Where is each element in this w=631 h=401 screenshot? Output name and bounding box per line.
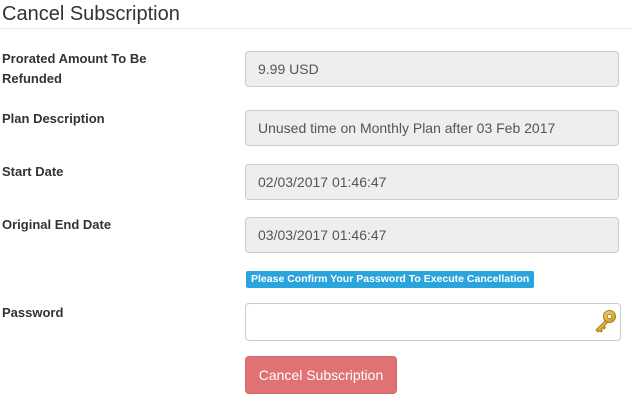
start-date-field: 02/03/2017 01:46:47 <box>245 164 619 200</box>
page-title: Cancel Subscription <box>2 3 180 25</box>
start-date-label: Start Date <box>2 164 64 179</box>
plan-description-label: Plan Description <box>2 111 105 126</box>
prorated-amount-label: Prorated Amount To Be Refunded <box>2 51 147 86</box>
password-label: Password <box>2 305 64 320</box>
cancel-subscription-page: Cancel Subscription Prorated Amount To B… <box>0 0 631 401</box>
password-confirm-notice: Please Confirm Your Password To Execute … <box>246 271 535 288</box>
title-divider <box>0 28 631 29</box>
plan-description-field: Unused time on Monthly Plan after 03 Feb… <box>245 110 619 146</box>
original-end-date-field: 03/03/2017 01:46:47 <box>245 217 619 253</box>
password-input[interactable] <box>245 303 621 341</box>
key-icon <box>595 310 616 333</box>
original-end-date-label: Original End Date <box>2 217 112 232</box>
prorated-amount-field: 9.99 USD <box>245 51 619 87</box>
cancel-subscription-button[interactable]: Cancel Subscription <box>245 356 397 394</box>
